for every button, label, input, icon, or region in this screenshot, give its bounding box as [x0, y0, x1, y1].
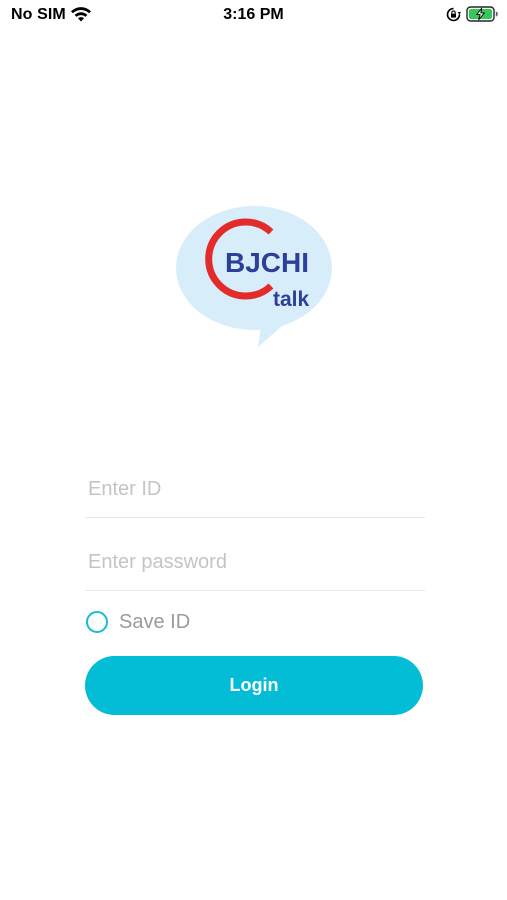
battery-charging-icon	[466, 6, 498, 22]
logo-subtitle: talk	[273, 288, 310, 311]
logo-graphic: BJCHI talk	[176, 206, 332, 347]
password-input[interactable]	[88, 551, 418, 574]
orientation-lock-icon	[446, 7, 461, 22]
save-id-label: Save ID	[119, 610, 191, 633]
save-id-option[interactable]: Save ID	[85, 599, 425, 645]
status-bar: No SIM 3:16 PM	[0, 0, 507, 32]
password-field-container	[85, 528, 425, 591]
app-logo: BJCHI talk	[170, 200, 340, 355]
login-button[interactable]: Login	[85, 656, 423, 715]
id-input[interactable]	[88, 478, 418, 501]
login-form: Save ID	[85, 455, 425, 645]
logo-title: BJCHI	[225, 247, 309, 278]
save-id-radio[interactable]	[86, 611, 108, 633]
clock: 3:16 PM	[223, 6, 284, 23]
id-field-container	[85, 455, 425, 518]
